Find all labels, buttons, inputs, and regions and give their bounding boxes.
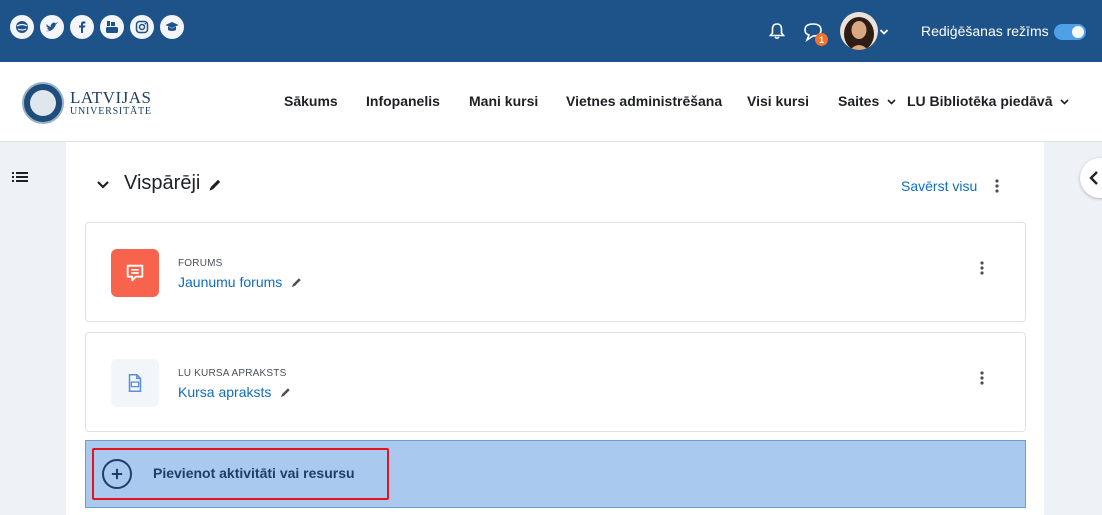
section-title: Vispārēji [124,172,201,194]
chevron-down-icon[interactable] [879,28,889,36]
avatar[interactable] [840,12,878,50]
logo-line1: LATVIJAS [70,88,152,107]
plus-icon[interactable] [102,459,132,489]
top-bar: 1 Rediģēšanas režīms [0,0,1102,62]
pencil-icon[interactable] [279,386,292,399]
nav-item-all-courses[interactable]: Visi kursi [747,93,809,109]
chevron-left-icon [1089,171,1098,185]
bell-icon[interactable] [768,22,786,40]
nav-item-site-admin[interactable]: Vietnes administrēšana [566,93,722,109]
pencil-icon[interactable] [207,177,223,193]
social-links [10,15,184,39]
collapse-all-link[interactable]: Savērst visu [901,178,977,194]
block-drawer-button[interactable] [1080,158,1102,198]
chevron-down-icon [887,99,896,105]
messages-badge: 1 [815,33,828,46]
logo-line2: UNIVERSITĀTE [70,106,152,117]
document-icon [111,359,159,407]
graduation-cap-icon[interactable] [160,15,184,39]
facebook-icon[interactable] [70,15,94,39]
activity-type: FORUMS [178,258,223,269]
pencil-icon[interactable] [290,276,303,289]
edit-mode-toggle[interactable] [1054,24,1086,40]
university-seal-icon [22,82,64,124]
toggle-knob [1072,26,1084,38]
nav-item-dashboard[interactable]: Infopanelis [366,93,440,109]
nav-item-library[interactable]: LU Bibliotēka piedāvā [907,93,1069,109]
kebab-menu-icon[interactable] [979,259,985,277]
chevron-down-icon[interactable] [96,180,110,190]
instagram-icon[interactable] [130,15,154,39]
nav-item-my-courses[interactable]: Mani kursi [469,93,538,109]
kebab-menu-icon[interactable] [994,177,1000,195]
course-index-drawer-icon[interactable] [8,166,32,190]
nav-item-links[interactable]: Saites [838,93,896,109]
add-activity-button[interactable]: Pievienot aktivitāti vai resursu [153,465,355,481]
activity-link[interactable]: Jaunumu forums [178,274,303,290]
edit-mode-label: Rediģēšanas režīms [921,23,1049,39]
twitter-icon[interactable] [40,15,64,39]
chevron-down-icon [1060,99,1069,105]
activity-card-course-description[interactable]: LU KURSA APRAKSTS Kursa apraksts [85,332,1026,432]
activity-card-forum[interactable]: FORUMS Jaunumu forums [85,222,1026,322]
globe-icon[interactable] [10,15,34,39]
activity-link[interactable]: Kursa apraksts [178,384,292,400]
forum-icon [111,249,159,297]
activity-type: LU KURSA APRAKSTS [178,368,287,379]
site-logo[interactable]: LATVIJAS UNIVERSITĀTE [22,82,152,124]
nav-item-home[interactable]: Sākums [284,93,338,109]
youtube-icon[interactable] [100,15,124,39]
kebab-menu-icon[interactable] [979,369,985,387]
primary-navigation: LATVIJAS UNIVERSITĀTE Sākums Infopanelis… [0,62,1102,142]
